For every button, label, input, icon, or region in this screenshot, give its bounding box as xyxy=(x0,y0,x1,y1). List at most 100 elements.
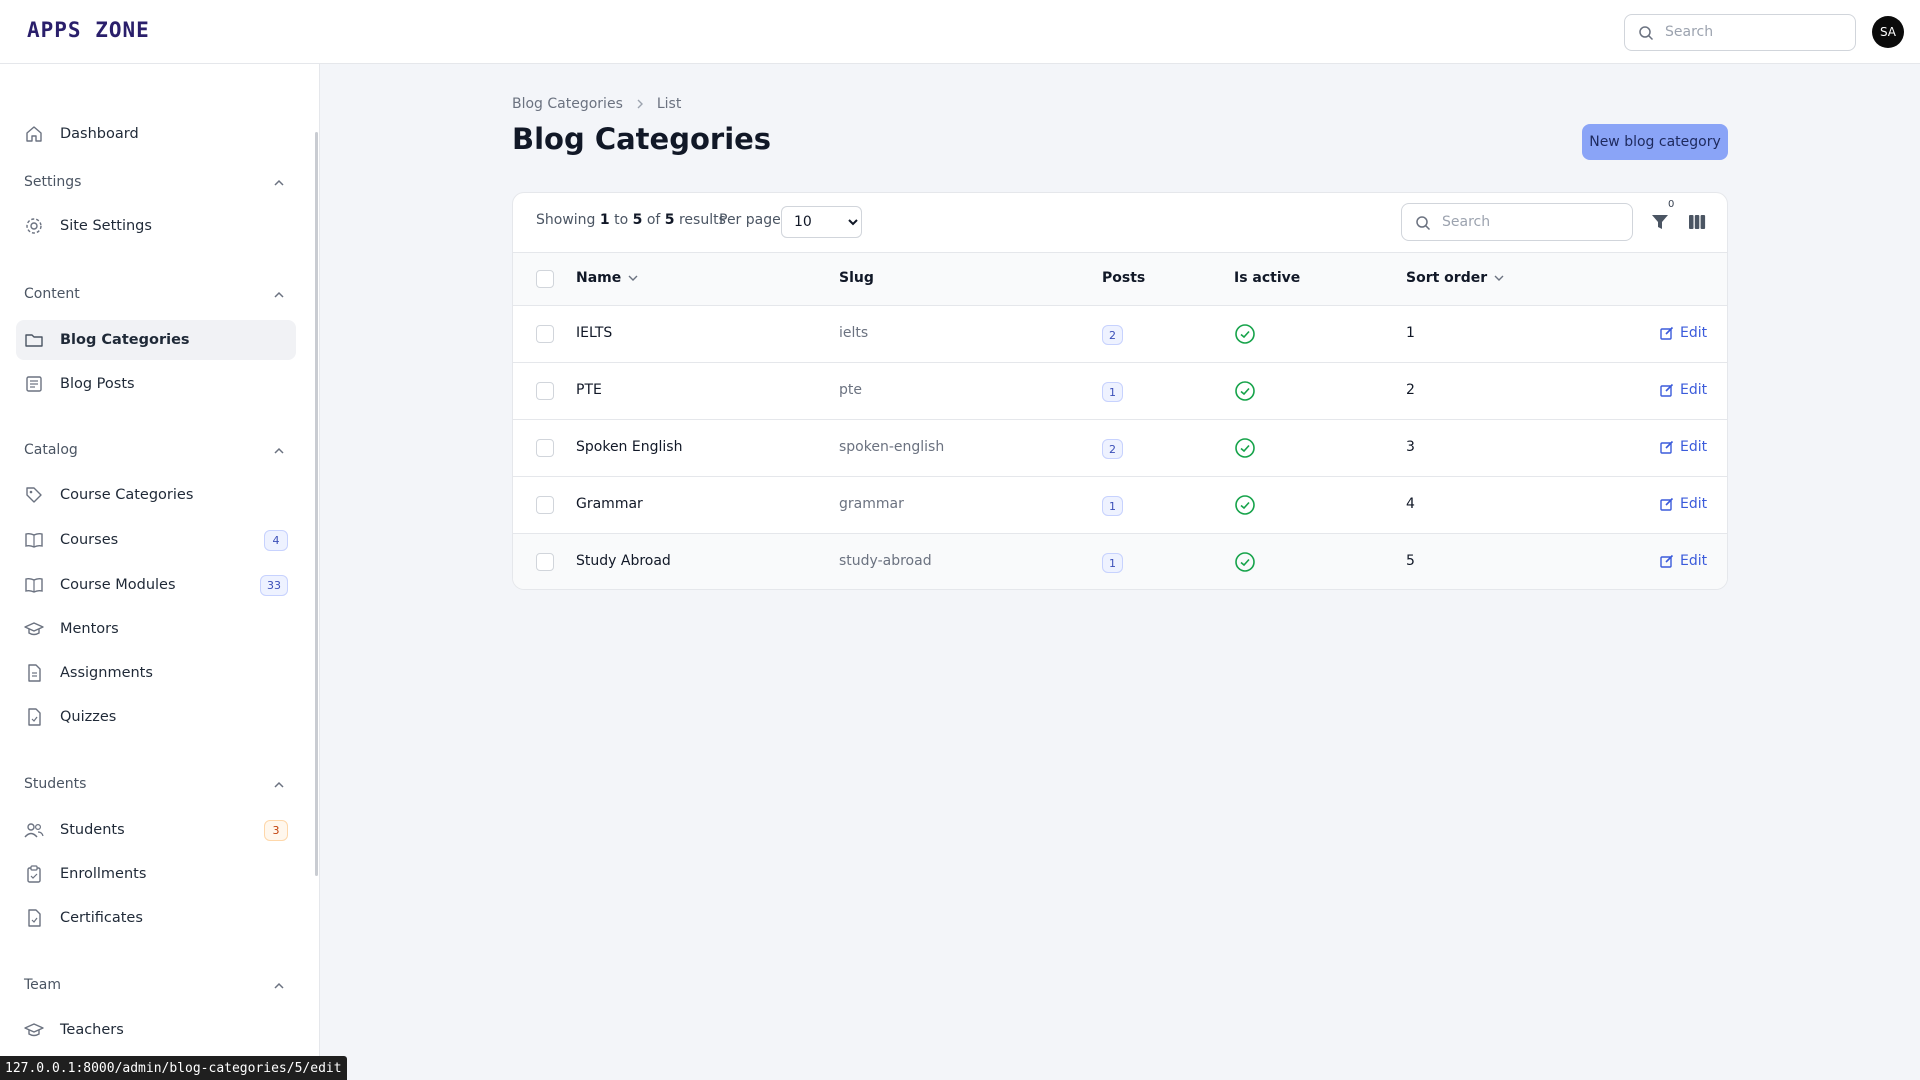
sidebar-item-label: Mentors xyxy=(60,621,119,637)
per-page-label: Per page xyxy=(719,212,781,228)
chevron-up-icon[interactable] xyxy=(272,979,286,993)
edit-icon xyxy=(1660,554,1674,568)
table-row[interactable]: Grammar grammar 1 4 Edit xyxy=(513,477,1727,534)
check-circle-icon xyxy=(1235,552,1255,572)
edit-button[interactable]: Edit xyxy=(1660,496,1707,512)
graduation-cap-icon xyxy=(24,1023,44,1037)
posts-count-badge: 1 xyxy=(1102,496,1123,516)
group-label-settings: Settings xyxy=(24,174,82,190)
cell-slug: ielts xyxy=(839,325,869,341)
sidebar-item-course-categories[interactable]: Course Categories xyxy=(16,475,296,515)
breadcrumb-current: List xyxy=(656,96,682,112)
summary-prefix: Showing xyxy=(536,212,596,228)
columns-icon[interactable] xyxy=(1686,211,1708,233)
table-row[interactable]: Spoken English spoken-english 2 3 Edit xyxy=(513,420,1727,477)
check-circle-icon xyxy=(1235,381,1255,401)
cell-slug: spoken-english xyxy=(839,439,945,455)
summary-to: 5 xyxy=(632,212,643,228)
cell-sort-order: 3 xyxy=(1406,439,1415,455)
sidebar-item-course-modules[interactable]: Course Modules 33 xyxy=(16,565,296,605)
row-checkbox[interactable] xyxy=(536,382,554,400)
sidebar-scrollbar[interactable] xyxy=(315,132,318,876)
sidebar-item-teachers[interactable]: Teachers xyxy=(16,1010,296,1050)
table-search-input[interactable]: Search xyxy=(1401,203,1633,241)
sidebar-item-label: Blog Posts xyxy=(60,376,135,392)
row-checkbox[interactable] xyxy=(536,439,554,457)
folder-icon xyxy=(25,334,43,347)
chevron-up-icon[interactable] xyxy=(272,778,286,792)
row-checkbox[interactable] xyxy=(536,496,554,514)
blog-categories-table: Showing 1 to 5 of 5 results Per page 10 … xyxy=(512,192,1728,590)
sidebar: Dashboard Settings Site Settings Content… xyxy=(0,64,320,1080)
app-logo[interactable]: APPS ZONE xyxy=(27,18,150,42)
certificate-icon xyxy=(28,909,41,927)
sidebar-item-enrollments[interactable]: Enrollments xyxy=(16,854,296,894)
edit-button[interactable]: Edit xyxy=(1660,439,1707,455)
sidebar-item-quizzes[interactable]: Quizzes xyxy=(16,697,296,737)
column-header-slug: Slug xyxy=(839,270,874,286)
top-bar: APPS ZONE Search SA xyxy=(0,0,1920,64)
document-check-icon xyxy=(28,708,41,726)
table-search-placeholder: Search xyxy=(1442,214,1491,230)
column-label-sort-order: Sort order xyxy=(1406,270,1488,286)
sidebar-item-label: Blog Categories xyxy=(60,332,190,348)
edit-button[interactable]: Edit xyxy=(1660,325,1707,341)
select-all-checkbox[interactable] xyxy=(536,270,554,288)
course-modules-count-badge: 33 xyxy=(260,575,288,596)
sidebar-item-label: Quizzes xyxy=(60,709,117,725)
page-title: Blog Categories xyxy=(512,122,772,156)
sidebar-item-certificates[interactable]: Certificates xyxy=(16,898,296,938)
sidebar-item-label: Site Settings xyxy=(60,218,152,234)
column-header-is-active: Is active xyxy=(1234,270,1300,286)
sidebar-item-dashboard[interactable]: Dashboard xyxy=(16,114,296,154)
filter-icon[interactable] xyxy=(1649,211,1671,233)
column-header-name[interactable]: Name xyxy=(576,270,639,286)
sidebar-item-blog-categories[interactable]: Blog Categories xyxy=(16,320,296,360)
sidebar-item-blog-posts[interactable]: Blog Posts xyxy=(16,364,296,404)
cell-slug: study-abroad xyxy=(839,553,932,569)
edit-label: Edit xyxy=(1680,496,1708,512)
cell-sort-order: 1 xyxy=(1406,325,1415,341)
group-label-catalog: Catalog xyxy=(24,442,78,458)
check-circle-icon xyxy=(1235,438,1255,458)
summary-from: 1 xyxy=(599,212,610,228)
sidebar-item-assignments[interactable]: Assignments xyxy=(16,653,296,693)
edit-button[interactable]: Edit xyxy=(1660,382,1707,398)
tag-icon xyxy=(26,487,42,503)
group-label-team: Team xyxy=(24,977,62,993)
summary-total: 5 xyxy=(664,212,675,228)
new-blog-category-button[interactable]: New blog category xyxy=(1582,124,1728,160)
chevron-down-icon xyxy=(628,275,638,281)
user-avatar[interactable]: SA xyxy=(1872,16,1904,48)
row-checkbox[interactable] xyxy=(536,325,554,343)
cell-name: PTE xyxy=(576,382,602,398)
sidebar-item-label: Assignments xyxy=(60,665,153,681)
edit-label: Edit xyxy=(1680,382,1708,398)
sidebar-item-mentors[interactable]: Mentors xyxy=(16,609,296,649)
edit-button[interactable]: Edit xyxy=(1660,553,1707,569)
chevron-up-icon[interactable] xyxy=(272,444,286,458)
sidebar-item-label: Courses xyxy=(60,532,119,548)
cell-sort-order: 4 xyxy=(1406,496,1415,512)
cell-sort-order: 2 xyxy=(1406,382,1415,398)
sidebar-item-site-settings[interactable]: Site Settings xyxy=(16,206,296,246)
chevron-up-icon[interactable] xyxy=(272,176,286,190)
row-checkbox[interactable] xyxy=(536,553,554,571)
breadcrumb: Blog Categories List xyxy=(512,96,681,112)
breadcrumb-parent-link[interactable]: Blog Categories xyxy=(512,96,623,112)
sidebar-item-label: Teachers xyxy=(60,1022,124,1038)
edit-label: Edit xyxy=(1680,325,1708,341)
table-row[interactable]: Study Abroad study-abroad 1 5 Edit xyxy=(513,534,1727,589)
sidebar-item-courses[interactable]: Courses 4 xyxy=(16,520,296,560)
column-header-sort-order[interactable]: Sort order xyxy=(1406,270,1505,286)
per-page-select[interactable]: 10 xyxy=(781,206,862,238)
chevron-up-icon[interactable] xyxy=(272,288,286,302)
table-row[interactable]: IELTS ielts 2 1 Edit xyxy=(513,306,1727,363)
edit-label: Edit xyxy=(1680,439,1708,455)
global-search-placeholder: Search xyxy=(1665,24,1714,40)
global-search-input[interactable]: Search xyxy=(1624,14,1856,51)
table-row[interactable]: PTE pte 1 2 Edit xyxy=(513,363,1727,420)
filter-count-badge: 0 xyxy=(1668,199,1675,210)
table-header: Name Slug Posts Is active Sort order xyxy=(513,253,1727,306)
sidebar-item-students[interactable]: Students 3 xyxy=(16,810,296,850)
